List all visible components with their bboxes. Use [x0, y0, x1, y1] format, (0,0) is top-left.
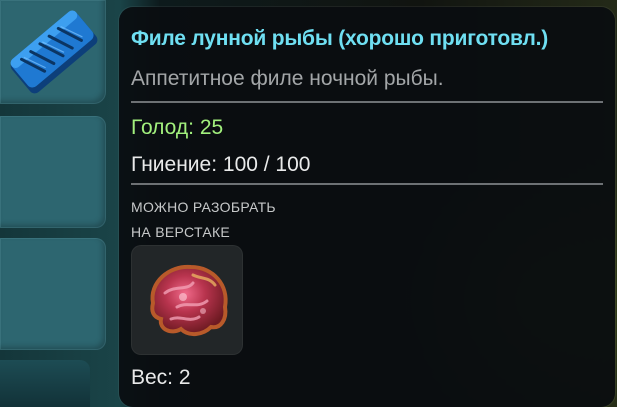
- divider: [131, 101, 603, 103]
- hunger-stat: Голод: 25: [131, 116, 223, 140]
- hunger-label: Голод:: [131, 116, 194, 139]
- rot-stat: Гниение: 100 / 100: [131, 153, 310, 177]
- raw-meat-icon: [150, 264, 228, 336]
- item-tooltip: Филе лунной рыбы (хорошо приготовл.) Апп…: [119, 7, 615, 407]
- item-description: Аппетитное филе ночной рыбы.: [131, 67, 444, 90]
- rot-value: 100 / 100: [222, 153, 311, 176]
- item-title: Филе лунной рыбы (хорошо приготовл.): [131, 27, 549, 50]
- salvage-result-slot: [131, 245, 243, 355]
- rot-label: Гниение:: [131, 153, 218, 176]
- hunger-value: 25: [199, 116, 224, 139]
- inventory-slot-3[interactable]: [0, 238, 106, 350]
- weight-stat: Вес: 2: [131, 366, 191, 390]
- salvage-label-2: НА ВЕРСТАКЕ: [131, 224, 231, 240]
- weight-value: 2: [178, 366, 191, 389]
- inventory-slot-4[interactable]: [0, 360, 90, 407]
- divider: [131, 183, 603, 185]
- inventory-slot-1[interactable]: [0, 0, 106, 104]
- weight-label: Вес:: [131, 366, 174, 389]
- moonfish-fillet-icon: [2, 2, 102, 107]
- salvage-label: МОЖНО РАЗОБРАТЬ: [131, 199, 276, 215]
- inventory-slot-2[interactable]: [0, 116, 106, 228]
